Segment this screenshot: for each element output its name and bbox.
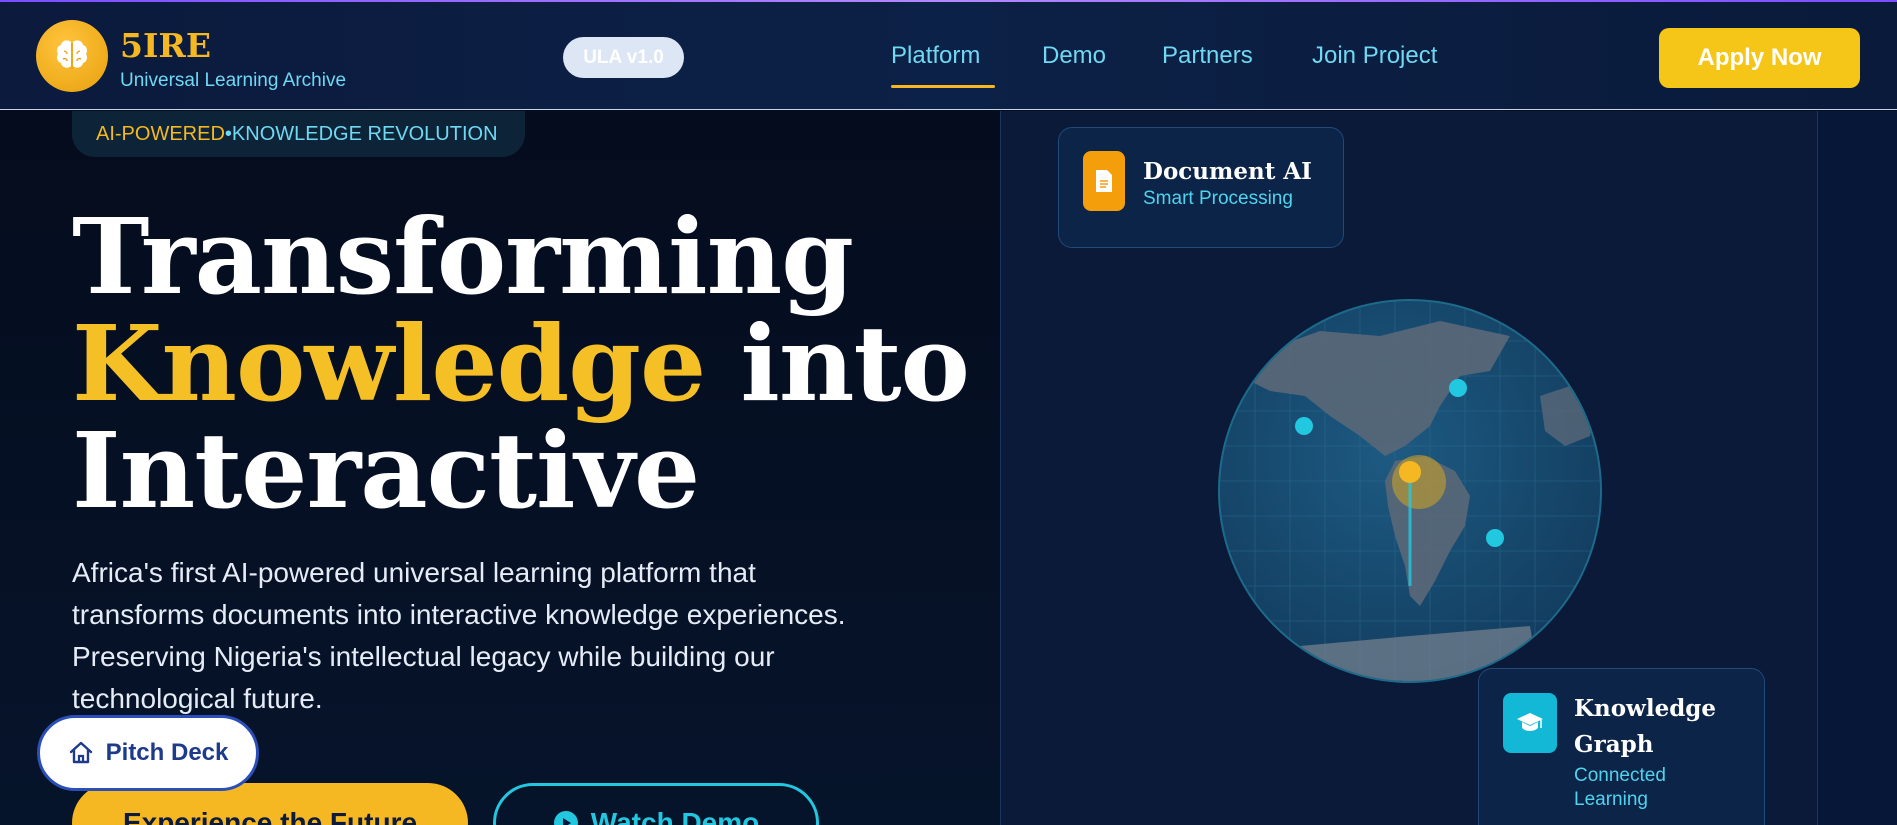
play-icon xyxy=(553,811,578,825)
hero-headline: Transforming Knowledge into Interactive xyxy=(72,203,970,524)
nav-platform[interactable]: Platform xyxy=(891,42,980,70)
globe-marker xyxy=(1449,379,1467,397)
knowledge-graph-title-line-1: Knowledge xyxy=(1574,695,1717,722)
globe-marker-halo xyxy=(1392,455,1446,509)
experience-future-label: Experience the Future xyxy=(122,807,418,825)
graduation-cap-icon xyxy=(1503,693,1557,753)
document-icon xyxy=(1083,151,1125,211)
knowledge-graph-subtitle-line-2: Learning xyxy=(1574,789,1648,810)
home-icon xyxy=(69,741,92,764)
hero-description: Africa's first AI-powered universal lear… xyxy=(72,557,846,714)
watch-demo-label: Watch Demo xyxy=(590,807,760,825)
nav-join-project[interactable]: Join Project xyxy=(1312,42,1437,70)
watch-demo-button[interactable]: Watch Demo xyxy=(493,783,819,825)
pitch-deck-label: Pitch Deck xyxy=(105,739,229,766)
knowledge-graph-card: Knowledge Graph Connected Learning xyxy=(1478,668,1765,825)
badge-knowledge-revolution: KNOWLEDGE REVOLUTION xyxy=(231,122,498,145)
headline-line-1: Transforming xyxy=(72,195,854,318)
brand-name[interactable]: 5IRE xyxy=(120,26,211,65)
badge-ai-powered: AI-POWERED xyxy=(96,122,225,145)
headline-into: into xyxy=(705,302,970,425)
globe-marker xyxy=(1486,529,1504,547)
document-ai-title: Document AI xyxy=(1143,158,1312,185)
brand-subtitle: Universal Learning Archive xyxy=(120,70,347,91)
active-nav-indicator xyxy=(891,85,995,88)
version-badge: ULA v1.0 xyxy=(563,37,684,78)
site-header: 5IRE Universal Learning Archive ULA v1.0… xyxy=(0,2,1897,110)
globe-primary-marker xyxy=(1399,461,1421,483)
headline-line-3: Interactive xyxy=(72,409,700,532)
headline-highlight: Knowledge xyxy=(72,302,706,425)
globe-marker xyxy=(1295,417,1313,435)
nav-demo[interactable]: Demo xyxy=(1042,42,1106,70)
knowledge-graph-title-line-2: Graph xyxy=(1574,731,1654,758)
document-ai-card: Document AI Smart Processing xyxy=(1058,127,1344,248)
knowledge-graph-subtitle-line-1: Connected xyxy=(1574,765,1666,786)
nav-partners[interactable]: Partners xyxy=(1162,42,1253,70)
pitch-deck-button[interactable]: Pitch Deck xyxy=(37,715,259,791)
brain-icon[interactable] xyxy=(36,20,108,92)
document-ai-subtitle: Smart Processing xyxy=(1143,188,1293,209)
globe-illustration xyxy=(1218,299,1602,683)
badge-separator: • xyxy=(224,122,232,145)
hero-badge: AI-POWERED • KNOWLEDGE REVOLUTION xyxy=(72,111,525,157)
apply-now-button[interactable]: Apply Now xyxy=(1659,28,1860,88)
